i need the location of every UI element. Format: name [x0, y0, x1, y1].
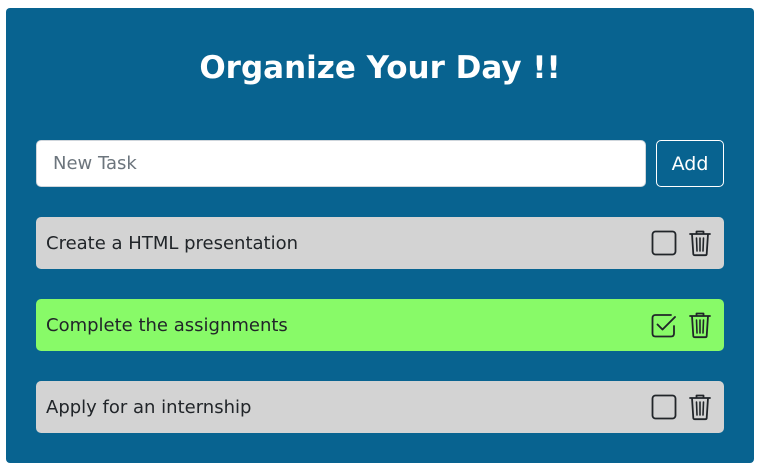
task-item: Apply for an internship: [36, 381, 724, 433]
task-text: Create a HTML presentation: [46, 232, 299, 254]
add-task-button[interactable]: Add: [656, 140, 724, 187]
trash-icon[interactable]: [686, 393, 714, 421]
checkbox-icon[interactable]: [650, 229, 678, 257]
trash-icon[interactable]: [686, 311, 714, 339]
task-text: Apply for an internship: [46, 396, 252, 418]
task-item: Create a HTML presentation: [36, 217, 724, 269]
page-title: Organize Your Day !!: [199, 50, 561, 86]
checkbox-icon[interactable]: [650, 393, 678, 421]
trash-icon[interactable]: [686, 229, 714, 257]
new-task-input[interactable]: [36, 140, 646, 187]
task-list: Create a HTML presentation Complete the …: [36, 217, 724, 463]
checkbox-checked-icon[interactable]: [650, 311, 678, 339]
task-text: Complete the assignments: [46, 314, 288, 336]
task-item: Complete the assignments: [36, 299, 724, 351]
todo-card: Organize Your Day !! Add Create a HTML p…: [6, 8, 754, 463]
